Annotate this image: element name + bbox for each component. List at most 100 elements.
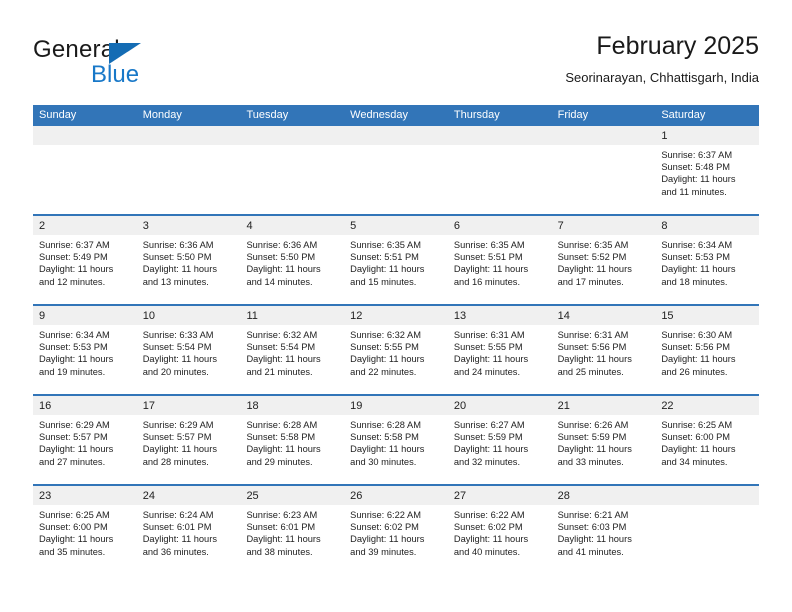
day-number-band: 25 [240,486,345,505]
sunset-text: Sunset: 5:50 PM [142,252,212,263]
day-number: 26 [350,490,363,502]
day-number-band: 4 [240,216,345,235]
sunrise-text: Sunrise: 6:33 AM [142,330,214,340]
sunrise-text: Sunrise: 6:23 AM [246,510,318,520]
daylight-text-line1: Daylight: 11 hours [661,444,736,455]
calendar-day-cell[interactable]: 28 Sunrise: 6:21 AM Sunset: 6:03 PM Dayligh… [551,486,656,574]
calendar-day-cell[interactable]: 21 Sunrise: 6:26 AM Sunset: 5:59 PM Dayligh… [551,396,656,484]
daylight-text-line2: and 27 minutes. [39,456,106,467]
day-number-band: 9 [33,306,137,325]
sunrise-text: Sunrise: 6:24 AM [142,510,214,520]
daylight-text-line2: and 15 minutes. [350,276,417,287]
daylight-text-line1: Daylight: 11 hours [350,354,425,365]
daylight-text-line2: and 24 minutes. [453,366,521,377]
sunrise-text: Sunrise: 6:37 AM [661,150,733,160]
calendar-day-cell[interactable]: 24 Sunrise: 6:24 AM Sunset: 6:01 PM Dayligh… [136,486,241,574]
calendar-day-cell[interactable]: 6 Sunrise: 6:35 AM Sunset: 5:51 PM Daylight… [447,216,552,304]
daylight-text-line2: and 26 minutes. [661,366,728,377]
day-number: 14 [557,310,570,322]
calendar-day-cell[interactable]: 16 Sunrise: 6:29 AM Sunset: 5:57 PM Dayligh… [33,396,137,484]
sunset-text: Sunset: 5:54 PM [246,342,316,353]
day-details: Sunrise: 6:30 AM Sunset: 5:56 PM Daylight:… [655,325,759,378]
day-details: Sunrise: 6:31 AM Sunset: 5:55 PM Daylight:… [448,325,552,378]
sunset-text: Sunset: 6:03 PM [557,522,627,533]
day-number-band: 19 [344,396,448,415]
sunrise-text: Sunrise: 6:25 AM [661,420,733,430]
sunset-text: Sunset: 5:55 PM [453,342,523,353]
daylight-text-line2: and 39 minutes. [350,546,417,557]
calendar-day-cell[interactable]: 26 Sunrise: 6:22 AM Sunset: 6:02 PM Dayligh… [344,486,448,574]
sunrise-text: Sunrise: 6:31 AM [453,330,525,340]
calendar-day-cell[interactable]: 18 Sunrise: 6:28 AM Sunset: 5:58 PM Dayligh… [240,396,345,484]
calendar-day-cell[interactable]: 15 Sunrise: 6:30 AM Sunset: 5:56 PM Dayligh… [655,306,760,394]
sunrise-text: Sunrise: 6:35 AM [557,240,629,250]
daylight-text-line1: Daylight: 11 hours [557,444,632,455]
day-details: Sunrise: 6:34 AM Sunset: 5:53 PM Daylight:… [655,235,759,288]
day-number: 24 [142,490,155,502]
day-details: Sunrise: 6:36 AM Sunset: 5:50 PM Daylight:… [137,235,241,288]
daylight-text-line2: and 20 minutes. [142,366,209,377]
calendar-day-cell[interactable]: 9 Sunrise: 6:34 AM Sunset: 5:53 PM Daylight… [33,306,137,394]
day-number: 22 [661,400,674,412]
calendar-day-cell[interactable]: 11 Sunrise: 6:32 AM Sunset: 5:54 PM Dayligh… [240,306,345,394]
calendar-day-cell[interactable]: 22 Sunrise: 6:25 AM Sunset: 6:00 PM Dayligh… [655,396,760,484]
day-number: 11 [246,310,258,322]
calendar-day-cell[interactable]: 7 Sunrise: 6:35 AM Sunset: 5:52 PM Daylight… [551,216,656,304]
day-number: 9 [39,310,46,322]
day-details: Sunrise: 6:35 AM Sunset: 5:51 PM Daylight:… [344,235,448,288]
day-details: Sunrise: 6:24 AM Sunset: 6:01 PM Daylight:… [137,505,241,558]
calendar-day-cell-empty [447,126,552,214]
calendar-day-cell[interactable]: 1 Sunrise: 6:37 AM Sunset: 5:48 PM Daylight… [655,126,760,214]
calendar-day-cell[interactable]: 23 Sunrise: 6:25 AM Sunset: 6:00 PM Dayligh… [33,486,137,574]
day-number-band: 14 [551,306,656,325]
calendar-day-cell[interactable]: 25 Sunrise: 6:23 AM Sunset: 6:01 PM Dayligh… [240,486,345,574]
day-number-band: 1 [655,126,760,145]
calendar-week-row: 9 Sunrise: 6:34 AM Sunset: 5:53 PM Daylight… [33,304,760,394]
day-number-band: 28 [551,486,656,505]
calendar-day-cell[interactable]: 27 Sunrise: 6:22 AM Sunset: 6:02 PM Dayligh… [447,486,552,574]
day-number: 18 [246,400,259,412]
calendar-day-cell[interactable]: 3 Sunrise: 6:36 AM Sunset: 5:50 PM Daylight… [136,216,241,304]
weekday-header-monday: Monday [142,109,182,121]
daylight-text-line2: and 19 minutes. [39,366,106,377]
calendar-day-cell[interactable]: 10 Sunrise: 6:33 AM Sunset: 5:54 PM Dayligh… [136,306,241,394]
day-number-band: 24 [136,486,241,505]
sunrise-text: Sunrise: 6:34 AM [661,240,733,250]
daylight-text-line1: Daylight: 11 hours [557,264,632,275]
calendar-day-cell[interactable]: 19 Sunrise: 6:28 AM Sunset: 5:58 PM Dayligh… [344,396,448,484]
calendar-day-cell[interactable]: 20 Sunrise: 6:27 AM Sunset: 5:59 PM Dayligh… [447,396,552,484]
calendar-day-cell[interactable]: 12 Sunrise: 6:32 AM Sunset: 5:55 PM Dayligh… [344,306,448,394]
weekday-header-thursday: Thursday [453,109,500,121]
day-number-band [33,126,137,145]
daylight-text-line1: Daylight: 11 hours [39,534,114,545]
calendar-grid: Sunday Monday Tuesday Wednesday Thursday Frid… [33,105,760,574]
calendar-week-row: 1 Sunrise: 6:37 AM Sunset: 5:48 PM Daylight… [33,126,760,214]
daylight-text-line1: Daylight: 11 hours [661,354,736,365]
calendar-day-cell[interactable]: 8 Sunrise: 6:34 AM Sunset: 5:53 PM Daylight… [655,216,760,304]
daylight-text-line1: Daylight: 11 hours [246,264,321,275]
day-details: Sunrise: 6:35 AM Sunset: 5:51 PM Daylight:… [448,235,552,288]
sunset-text: Sunset: 5:51 PM [350,252,419,263]
day-number-band: 7 [551,216,656,235]
weekday-header-wednesday: Wednesday [350,109,409,121]
daylight-text-line2: and 29 minutes. [246,456,313,467]
day-details: Sunrise: 6:27 AM Sunset: 5:59 PM Daylight:… [448,415,552,468]
logo-text-general: General [33,36,120,63]
sunrise-text: Sunrise: 6:25 AM [39,510,110,520]
day-number: 5 [350,220,357,232]
calendar-day-cell[interactable]: 14 Sunrise: 6:31 AM Sunset: 5:56 PM Dayligh… [551,306,656,394]
sunrise-text: Sunrise: 6:35 AM [350,240,421,250]
calendar-day-cell[interactable]: 5 Sunrise: 6:35 AM Sunset: 5:51 PM Daylight… [344,216,448,304]
day-number-band [344,126,448,145]
sunrise-text: Sunrise: 6:31 AM [557,330,629,340]
calendar-day-cell[interactable]: 17 Sunrise: 6:29 AM Sunset: 5:57 PM Dayligh… [136,396,241,484]
calendar-day-cell[interactable]: 4 Sunrise: 6:36 AM Sunset: 5:50 PM Daylight… [240,216,345,304]
weekday-header-friday: Friday [557,109,589,121]
calendar-day-cell[interactable]: 2 Sunrise: 6:37 AM Sunset: 5:49 PM Daylight… [33,216,137,304]
day-number: 12 [350,310,363,322]
sunrise-text: Sunrise: 6:36 AM [246,240,318,250]
calendar-day-cell[interactable]: 13 Sunrise: 6:31 AM Sunset: 5:55 PM Dayligh… [447,306,552,394]
general-blue-logo[interactable]: General Blue [33,36,263,94]
day-number-band: 13 [447,306,552,325]
calendar-day-cell-empty [655,486,760,574]
